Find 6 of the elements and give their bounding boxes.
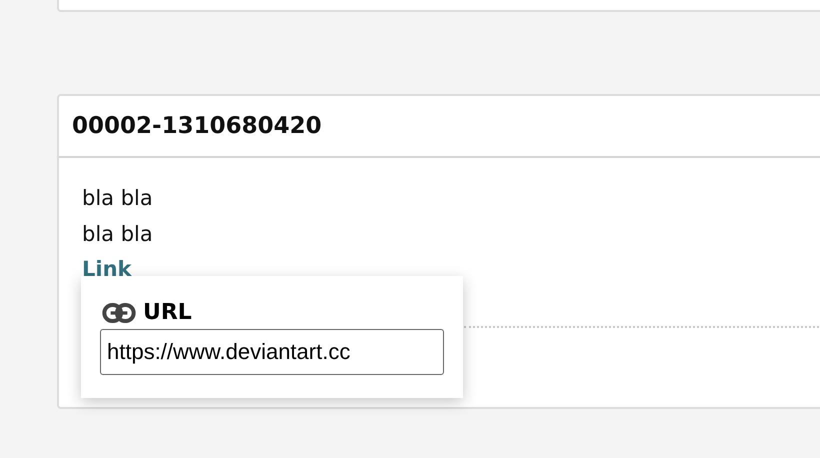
post-title: 00002-1310680420: [72, 113, 322, 139]
body-text: bla bla: [82, 185, 153, 212]
link-icon: [100, 303, 138, 323]
url-field[interactable]: https://www.deviantart.cc: [100, 329, 444, 375]
url-label: URL: [143, 300, 192, 326]
body-text: bla bla: [82, 221, 153, 248]
